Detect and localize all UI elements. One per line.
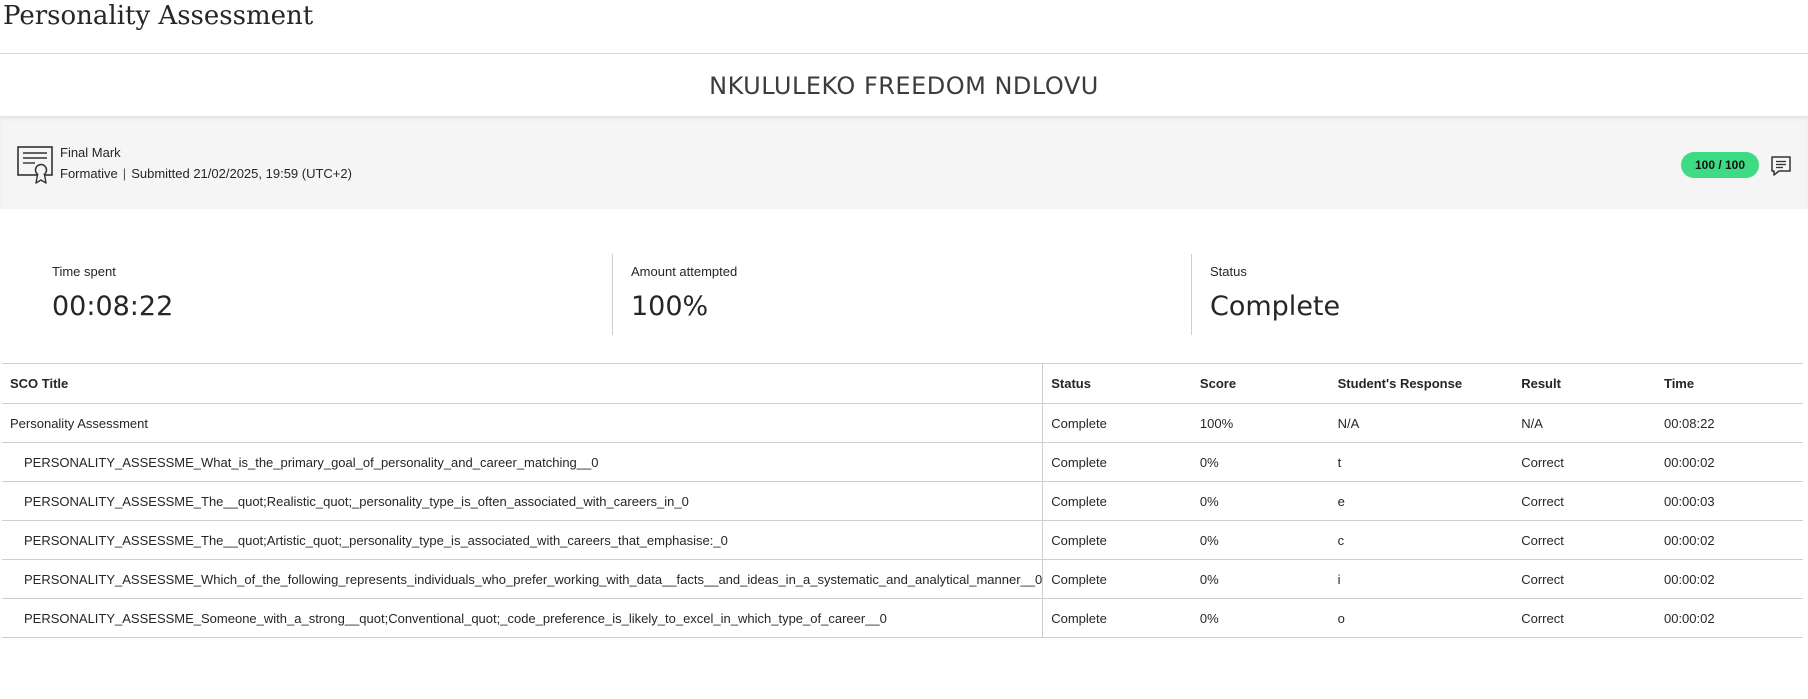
table-row: PERSONALITY_ASSESSME_The__quot;Realistic… <box>2 481 1803 521</box>
status-cell: Complete <box>1042 403 1192 443</box>
table-row: PERSONALITY_ASSESSME_What_is_the_primary… <box>2 442 1803 482</box>
stat-divider <box>612 254 613 335</box>
result-cell: Correct <box>1513 559 1656 599</box>
score-cell: 0% <box>1191 520 1330 560</box>
column-header-result[interactable]: Result <box>1513 363 1656 404</box>
status-cell: Complete <box>1042 559 1192 599</box>
result-cell: Correct <box>1513 598 1656 638</box>
table-row: PERSONALITY_ASSESSME_Which_of_the_follow… <box>2 559 1803 599</box>
sco-title-cell: Personality Assessment <box>2 403 1044 443</box>
response-cell: N/A <box>1329 403 1514 443</box>
response-cell: e <box>1329 481 1514 521</box>
stat-label: Amount attempted <box>631 264 738 279</box>
page-title: Personality Assessment <box>3 1 314 31</box>
time-cell: 00:00:02 <box>1655 520 1803 560</box>
grade-meta: Formative | Submitted 21/02/2025, 19:59 (U… <box>60 166 352 181</box>
time-cell: 00:00:02 <box>1655 442 1803 482</box>
submitted-date: Submitted 21/02/2025, 19:59 (UTC+2) <box>131 166 352 181</box>
sco-table: SCO Title Status Score Student's Respons… <box>2 363 1803 638</box>
status-cell: Complete <box>1042 442 1192 482</box>
table-row: Personality Assessment Complete 100% N/A… <box>2 403 1803 443</box>
stat-value: 00:08:22 <box>52 291 174 322</box>
sco-title-cell: PERSONALITY_ASSESSME_The__quot;Artistic_… <box>2 520 1044 560</box>
stat-label: Status <box>1210 264 1247 279</box>
response-cell: o <box>1329 598 1514 638</box>
score-cell: 100% <box>1191 403 1330 443</box>
table-row: PERSONALITY_ASSESSME_The__quot;Artistic_… <box>2 520 1803 560</box>
certificate-icon <box>17 146 53 184</box>
score-badge[interactable]: 100 / 100 <box>1681 152 1759 178</box>
time-cell: 00:00:03 <box>1655 481 1803 521</box>
stat-status: Status Complete <box>1210 264 1340 322</box>
column-header-status[interactable]: Status <box>1042 363 1192 404</box>
grade-type: Formative <box>60 166 118 181</box>
grade-title[interactable]: Final Mark <box>60 145 121 160</box>
time-cell: 00:08:22 <box>1655 403 1803 443</box>
status-cell: Complete <box>1042 481 1192 521</box>
meta-separator: | <box>122 166 127 181</box>
student-name: NKULULEKO FREEDOM NDLOVU <box>709 72 1099 100</box>
response-cell: i <box>1329 559 1514 599</box>
sco-title-cell: PERSONALITY_ASSESSME_What_is_the_primary… <box>2 442 1044 482</box>
stat-divider <box>1191 254 1192 335</box>
stat-value: 100% <box>631 291 709 322</box>
comment-icon[interactable] <box>1770 155 1792 177</box>
score-cell: 0% <box>1191 481 1330 521</box>
status-cell: Complete <box>1042 598 1192 638</box>
stat-label: Time spent <box>52 264 116 279</box>
score-cell: 0% <box>1191 598 1330 638</box>
table-row: PERSONALITY_ASSESSME_Someone_with_a_stro… <box>2 598 1803 638</box>
result-cell: Correct <box>1513 481 1656 521</box>
sco-title-cell: PERSONALITY_ASSESSME_Someone_with_a_stro… <box>2 598 1044 638</box>
response-cell: c <box>1329 520 1514 560</box>
result-cell: Correct <box>1513 442 1656 482</box>
table-header-row: SCO Title Status Score Student's Respons… <box>2 363 1803 404</box>
result-cell: Correct <box>1513 520 1656 560</box>
column-header-response[interactable]: Student's Response <box>1329 363 1514 404</box>
time-cell: 00:00:02 <box>1655 598 1803 638</box>
title-divider <box>0 53 1808 54</box>
response-cell: t <box>1329 442 1514 482</box>
sco-title-cell: PERSONALITY_ASSESSME_Which_of_the_follow… <box>2 559 1044 599</box>
column-header-time[interactable]: Time <box>1655 363 1803 404</box>
status-cell: Complete <box>1042 520 1192 560</box>
stat-time-spent: Time spent 00:08:22 <box>52 264 173 322</box>
stat-value: Complete <box>1210 291 1341 322</box>
score-cell: 0% <box>1191 559 1330 599</box>
stat-amount-attempted: Amount attempted 100% <box>631 264 737 322</box>
sco-title-cell: PERSONALITY_ASSESSME_The__quot;Realistic… <box>2 481 1044 521</box>
time-cell: 00:00:02 <box>1655 559 1803 599</box>
score-cell: 0% <box>1191 442 1330 482</box>
result-cell: N/A <box>1513 403 1656 443</box>
column-header-score[interactable]: Score <box>1191 363 1330 404</box>
column-header-sco-title[interactable]: SCO Title <box>2 363 1044 404</box>
grade-bar: Final Mark Formative | Submitted 21/02/202… <box>0 116 1808 209</box>
